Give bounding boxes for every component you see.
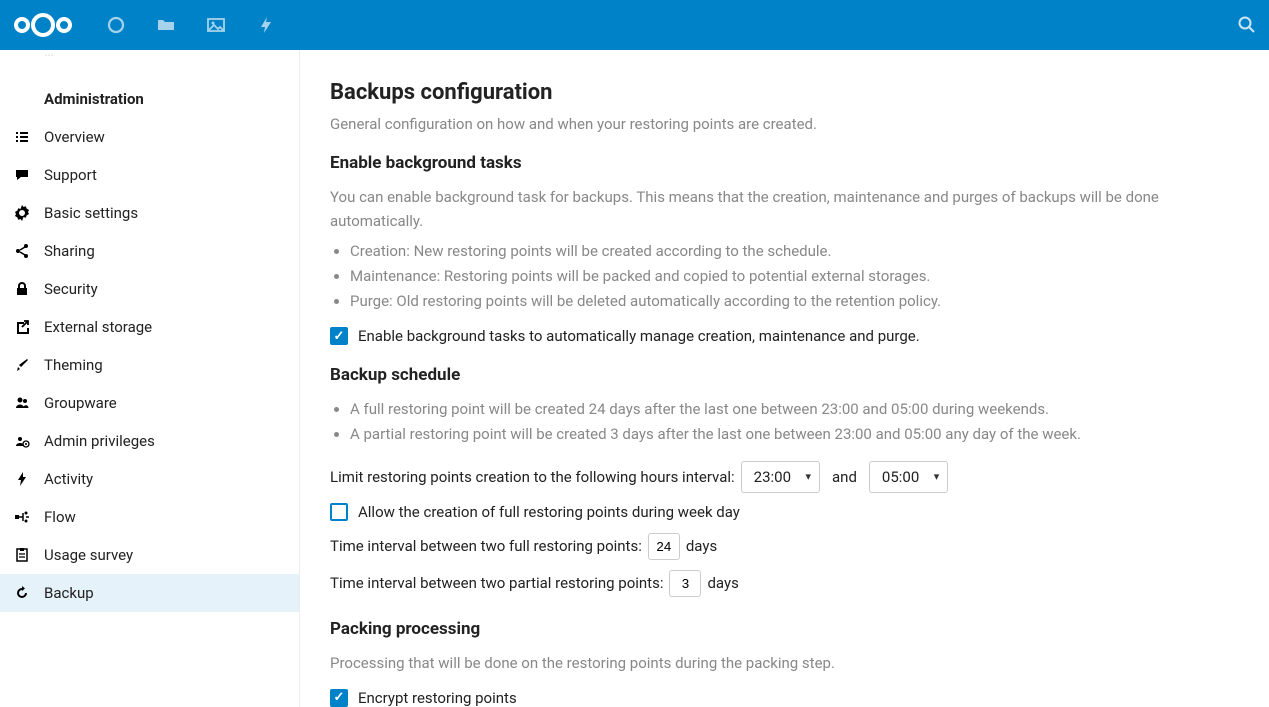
share-icon (12, 243, 32, 259)
limit-hours-label: Limit restoring points creation to the f… (330, 468, 735, 486)
sidebar-item-activity[interactable]: Activity (0, 460, 299, 498)
and-label: and (832, 468, 857, 486)
partial-interval-label: Time interval between two partial restor… (330, 574, 663, 592)
sidebar-item-label: Sharing (44, 242, 95, 260)
bg-tasks-heading: Enable background tasks (330, 153, 1239, 173)
bg-tasks-bullets: Creation: New restoring points will be c… (330, 239, 1239, 313)
nav-files-icon[interactable] (156, 15, 176, 35)
sidebar-item-label: Activity (44, 470, 93, 488)
header-nav (106, 15, 276, 35)
sidebar-item-label: Flow (44, 508, 76, 526)
sidebar-item-label: Support (44, 166, 97, 184)
page-title: Backups configuration (330, 80, 1239, 105)
schedule-heading: Backup schedule (330, 365, 1239, 385)
backup-icon (12, 585, 32, 601)
sidebar-item-label: Security (44, 280, 98, 298)
sidebar-item-label: Groupware (44, 394, 117, 412)
main-content: Backups configuration General configurat… (300, 50, 1269, 707)
enable-bg-label[interactable]: Enable background tasks to automatically… (358, 327, 920, 345)
weekday-checkbox[interactable] (330, 503, 348, 521)
survey-icon (12, 547, 32, 563)
sidebar-item-label: Admin privileges (44, 432, 155, 450)
sidebar-section-header: Administration (0, 70, 299, 118)
list-icon (12, 129, 32, 145)
page-subtitle: General configuration on how and when yo… (330, 115, 1239, 133)
schedule-bullets: A full restoring point will be created 2… (330, 397, 1239, 447)
sidebar-item-flow[interactable]: Flow (0, 498, 299, 536)
sidebar-item-label: Usage survey (44, 546, 133, 564)
sidebar-item-security[interactable]: Security (0, 270, 299, 308)
nav-photos-icon[interactable] (206, 15, 226, 35)
days-unit: days (707, 574, 738, 592)
search-icon[interactable] (1237, 15, 1257, 35)
sidebar-item-overview[interactable]: Overview (0, 118, 299, 156)
hours-from-select[interactable]: 23:00 (741, 461, 820, 493)
encrypt-checkbox[interactable] (330, 689, 348, 707)
sidebar-item-admin-privileges[interactable]: Admin privileges (0, 422, 299, 460)
admin-gear-icon (12, 433, 32, 449)
sidebar-item-usage-survey[interactable]: Usage survey (0, 536, 299, 574)
app-header (0, 0, 1269, 50)
external-icon (12, 319, 32, 335)
sidebar-item-groupware[interactable]: Groupware (0, 384, 299, 422)
sidebar-item-truncated[interactable]: … (0, 50, 299, 70)
encrypt-label[interactable]: Encrypt restoring points (358, 689, 517, 707)
sidebar-item-basic-settings[interactable]: Basic settings (0, 194, 299, 232)
chat-icon (12, 167, 32, 183)
full-interval-label: Time interval between two full restoring… (330, 537, 642, 555)
bullet: Creation: New restoring points will be c… (350, 239, 1239, 264)
sidebar-item-label: Theming (44, 356, 103, 374)
sidebar-item-sharing[interactable]: Sharing (0, 232, 299, 270)
bullet: Maintenance: Restoring points will be pa… (350, 264, 1239, 289)
sidebar-item-label: Basic settings (44, 204, 138, 222)
header-right (1237, 15, 1257, 35)
partial-interval-input[interactable] (669, 570, 701, 597)
sidebar-item-label: Overview (44, 128, 105, 146)
bg-tasks-desc: You can enable background task for backu… (330, 185, 1239, 233)
bullet: A partial restoring point will be create… (350, 422, 1239, 447)
hours-to-select[interactable]: 05:00 (869, 461, 948, 493)
group-icon (12, 395, 32, 411)
flow-icon (12, 509, 32, 525)
full-interval-input[interactable] (648, 533, 680, 560)
sidebar-item-support[interactable]: Support (0, 156, 299, 194)
lock-icon (12, 281, 32, 297)
packing-heading: Packing processing (330, 619, 1239, 639)
brush-icon (12, 357, 32, 373)
weekday-label[interactable]: Allow the creation of full restoring poi… (358, 503, 740, 521)
sidebar-item-theming[interactable]: Theming (0, 346, 299, 384)
nav-activity-icon[interactable] (256, 15, 276, 35)
settings-sidebar: … Administration Overview Support Basic … (0, 50, 300, 707)
sidebar-item-label: Backup (44, 584, 94, 602)
bullet: A full restoring point will be created 2… (350, 397, 1239, 422)
days-unit: days (686, 537, 717, 555)
enable-bg-checkbox[interactable] (330, 327, 348, 345)
sidebar-item-label: External storage (44, 318, 152, 336)
sidebar-item-external-storage[interactable]: External storage (0, 308, 299, 346)
bolt-icon (12, 471, 32, 487)
sidebar-item-backup[interactable]: Backup (0, 574, 299, 612)
app-logo[interactable] (12, 9, 74, 41)
bullet: Purge: Old restoring points will be dele… (350, 289, 1239, 314)
packing-desc: Processing that will be done on the rest… (330, 651, 1239, 675)
gear-icon (12, 205, 32, 221)
nav-dashboard-icon[interactable] (106, 15, 126, 35)
